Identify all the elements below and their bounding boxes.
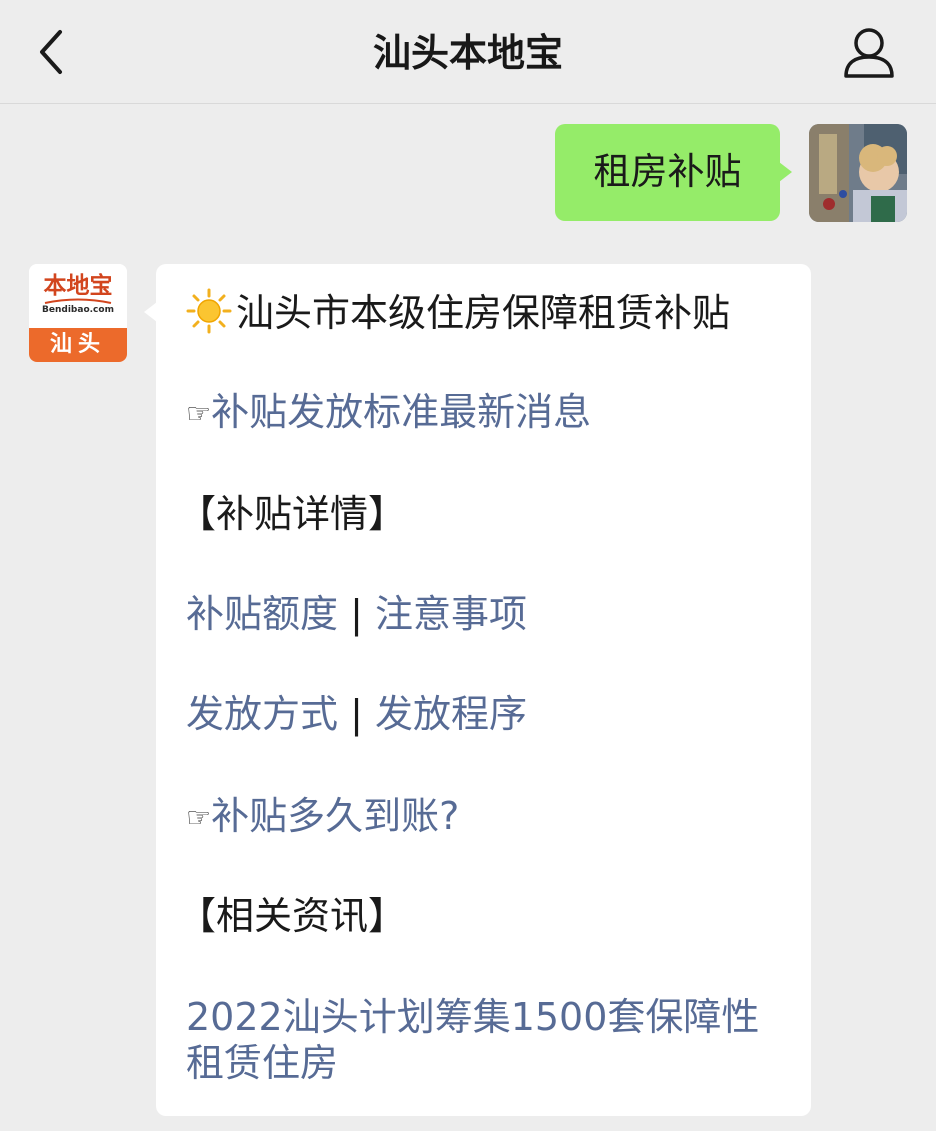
link-payment-procedure[interactable]: 发放程序: [375, 692, 527, 736]
person-icon: [844, 28, 894, 78]
link-news-article[interactable]: 2022汕头计划筹集1500套保障性租赁住房: [186, 994, 786, 1086]
pointing-hand-icon: ☞: [186, 801, 212, 834]
link-arrival-time-text: 补贴多久到账?: [211, 794, 460, 838]
user-message-text: 租房补贴: [593, 150, 742, 193]
profile-button[interactable]: [838, 24, 900, 82]
bot-avatar[interactable]: 本地宝 Bendibao.com 汕头: [29, 264, 127, 362]
link-payment-method[interactable]: 发放方式: [186, 692, 338, 736]
separator: |: [350, 592, 363, 636]
details-row-1: 补贴额度 | 注意事项: [186, 590, 527, 638]
separator: |: [350, 692, 363, 736]
bot-city-label: 汕头: [49, 332, 106, 357]
section-related-news: 【相关资讯】: [178, 894, 407, 938]
link-subsidy-standard[interactable]: ☞补贴发放标准最新消息: [186, 388, 591, 438]
link-subsidy-standard-text: 补贴发放标准最新消息: [211, 390, 592, 434]
user-avatar-image: [809, 124, 907, 222]
user-avatar[interactable]: [809, 124, 907, 222]
pointing-hand-icon: ☞: [186, 397, 212, 430]
bot-avatar-city-band: 汕头: [29, 328, 127, 362]
top-nav-bar: 汕头本地宝: [0, 0, 936, 104]
link-notes[interactable]: 注意事项: [375, 592, 527, 636]
section-subsidy-details: 【补贴详情】: [178, 492, 407, 536]
bot-message-bubble: 汕头市本级住房保障租赁补贴 ☞补贴发放标准最新消息 【补贴详情】 补贴额度 | …: [144, 264, 811, 1116]
link-arrival-time[interactable]: ☞补贴多久到账?: [186, 792, 459, 842]
page-title: 汕头本地宝: [372, 31, 563, 75]
details-row-2: 发放方式 | 发放程序: [186, 690, 527, 738]
bot-logo-url: Bendibao.com: [42, 305, 114, 315]
bot-logo-text: 本地宝: [43, 272, 113, 299]
heading-text: 汕头市本级住房保障租赁补贴: [236, 291, 731, 335]
sun-icon: [186, 288, 232, 334]
link-subsidy-amount[interactable]: 补贴额度: [186, 592, 338, 636]
user-message-bubble[interactable]: 租房补贴: [555, 124, 792, 221]
message-heading: 汕头市本级住房保障租赁补贴: [186, 288, 730, 337]
bot-avatar-logo: 本地宝 Bendibao.com: [29, 264, 127, 328]
